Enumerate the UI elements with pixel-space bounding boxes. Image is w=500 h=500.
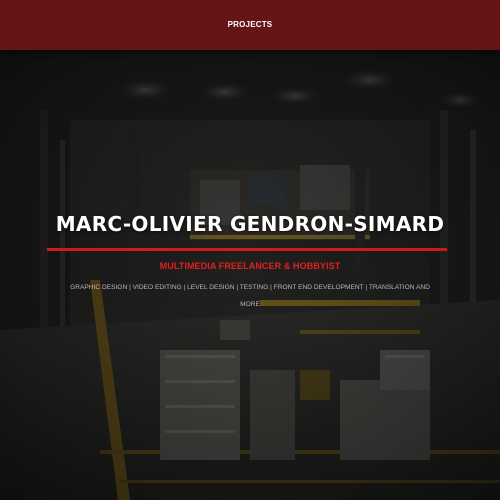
top-navbar: PROJECTS [0,0,500,50]
hero-subtitle: MULTIMEDIA FREELANCER & HOBBYIST [159,261,341,271]
hero-section: MARC-OLIVIER GENDRON-SIMARD MULTIMEDIA F… [0,0,500,500]
hero-skills-list: GRAPHIC DESIGN | VIDEO EDITING | LEVEL D… [70,284,430,308]
page: PROJECTS MARC-OLIVIER GENDRON-SIMARD MUL… [0,0,500,500]
hero-title: MARC-OLIVIER GENDRON-SIMARD [55,212,445,236]
nav-projects-link[interactable]: PROJECTS [228,20,273,29]
hero-divider [47,248,447,251]
